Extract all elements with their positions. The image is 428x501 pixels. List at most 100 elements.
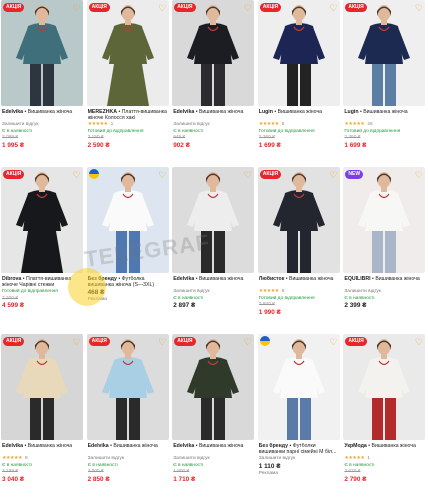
product-card[interactable]: АКЦІЯ ♡ Edelvika • Вишиванка жіноча Залишит…	[86, 334, 172, 501]
old-price: 3 150 ₴	[87, 135, 104, 141]
old-price: 3 000 ₴	[87, 469, 104, 475]
product-name: Вишиванка жіноча	[113, 443, 158, 449]
review-count[interactable]: 8	[25, 456, 28, 461]
brand-name: Edelvika	[2, 443, 24, 449]
brand-name: Любисток	[258, 276, 285, 282]
product-photo[interactable]	[1, 334, 83, 440]
heart-icon[interactable]: ♡	[243, 337, 253, 347]
review-count[interactable]: 5	[282, 289, 285, 294]
product-title[interactable]: Edelvika • Вишиванка жіноча	[173, 109, 253, 122]
heart-icon[interactable]: ♡	[414, 170, 424, 180]
product-photo[interactable]	[1, 0, 83, 106]
product-title[interactable]: Lugin • Вишиванка жіноча	[344, 109, 424, 122]
product-card[interactable]: NEW ♡ EQUILIBRI • Вишиванка жіноча Залишити…	[342, 167, 428, 334]
old-price: 1 800 ₴	[173, 469, 190, 475]
rating-row: Залишити відгук	[88, 456, 168, 463]
leave-review-link[interactable]: Залишити відгук	[344, 289, 380, 294]
product-card[interactable]: АКЦІЯ ♡ Edelvika • Вишиванка жіноча Залишит…	[171, 0, 257, 167]
availability-status: Є в наявності	[2, 462, 33, 468]
brand-name: Lugin	[344, 109, 359, 115]
review-count[interactable]: 5	[282, 122, 285, 127]
review-count[interactable]: 1	[367, 456, 370, 461]
leave-review-link[interactable]: Залишити відгук	[173, 122, 209, 127]
heart-icon[interactable]: ♡	[157, 337, 167, 347]
leave-review-link[interactable]: Залишити відгук	[173, 289, 209, 294]
heart-icon[interactable]: ♡	[328, 170, 338, 180]
product-card[interactable]: АКЦІЯ ♡ Любисток • Вишиванка жіноча ★★★★★ 5 Г…	[257, 167, 343, 334]
product-price: 2 399 ₴	[344, 302, 367, 310]
product-card[interactable]: АКЦІЯ ♡ MEREZHKA • Плаття-вишиванка жіноче…	[86, 0, 172, 167]
product-card[interactable]: АКЦІЯ ♡ Edelvika • Вишиванка жіноча Залишит…	[0, 0, 86, 167]
product-name: Вишиванка жіноча	[277, 109, 323, 115]
heart-icon[interactable]: ♡	[157, 170, 167, 180]
product-price: 902 ₴	[173, 141, 190, 149]
availability-status: Є в наявності	[173, 128, 204, 134]
product-photo[interactable]	[257, 334, 340, 440]
heart-icon[interactable]: ♡	[414, 337, 424, 347]
heart-icon[interactable]: ♡	[328, 3, 338, 13]
product-title[interactable]: Lugin • Вишиванка жіноча	[259, 109, 339, 122]
rating-row: Залишити відгук	[259, 456, 339, 463]
sale-badge: АКЦІЯ	[174, 3, 196, 12]
product-title[interactable]: Edelvika • Вишиванка жіноча	[173, 443, 253, 456]
product-name: Вишиванка жіноча	[198, 443, 244, 449]
product-photo[interactable]	[257, 0, 340, 106]
product-title[interactable]: Любисток • Вишиванка жіноча	[259, 276, 339, 289]
leave-review-link[interactable]: Залишити відгук	[173, 456, 209, 461]
product-title[interactable]: MEREZHKA • Плаття-вишиванка жіноче Колос…	[88, 109, 168, 122]
product-name: Вишиванка жіноча	[27, 443, 73, 449]
brand-name: Edelvika	[173, 443, 195, 449]
product-title[interactable]: Edelvika • Вишиванка жіноча	[173, 276, 253, 289]
leave-review-link[interactable]: Залишити відгук	[2, 122, 38, 127]
product-price: 1 995 ₴	[2, 141, 25, 149]
product-price: 2 850 ₴	[87, 475, 110, 483]
product-price: 1 699 ₴	[344, 141, 367, 149]
product-photo[interactable]	[86, 0, 169, 106]
product-card[interactable]: АКЦІЯ ♡ Lugin • Вишиванка жіноча ★★★★★ 26 Гот…	[342, 0, 428, 167]
review-count[interactable]: 26	[367, 122, 372, 127]
product-info: Edelvika • Вишиванка жіноча ★★★★★ 8 Є в ная…	[2, 443, 82, 484]
product-card[interactable]: ♡ Edelvika • Вишиванка жіноча Залишити від…	[171, 167, 257, 334]
heart-icon[interactable]: ♡	[243, 170, 253, 180]
leave-review-link[interactable]: Залишити відгук	[88, 456, 124, 461]
product-title[interactable]: Без бренду • Футболки вишиванки парні сі…	[259, 443, 339, 456]
product-photo[interactable]	[172, 0, 255, 106]
heart-icon[interactable]: ♡	[414, 3, 424, 13]
product-photo[interactable]	[257, 167, 340, 273]
product-card[interactable]: АКЦІЯ ♡ Dibrova • Плаття-вишиванка жіноче …	[0, 167, 86, 334]
heart-icon[interactable]: ♡	[72, 337, 82, 347]
product-info: Edelvika • Вишиванка жіноча Залишити відг…	[2, 109, 82, 150]
product-title[interactable]: Edelvika • Вишиванка жіноча	[88, 443, 168, 456]
product-card[interactable]: АКЦІЯ ♡ Edelvika • Вишиванка жіноча Залишит…	[171, 334, 257, 501]
product-photo[interactable]	[86, 334, 169, 440]
product-photo[interactable]	[86, 167, 169, 273]
product-photo[interactable]	[1, 167, 83, 273]
product-card[interactable]: АКЦІЯ ♡ УкрМода • Вишиванка жіноча ★★★★★ 1 Є …	[342, 334, 428, 501]
product-card[interactable]: ♡Без бренду • Футболка вишиванка жіноча …	[86, 167, 172, 334]
product-photo[interactable]	[343, 334, 426, 440]
leave-review-link[interactable]: Залишити відгук	[259, 456, 295, 461]
product-price: 2 897 ₴	[173, 302, 196, 310]
product-info: Lugin • Вишиванка жіноча ★★★★★ 5 Готовий до…	[259, 109, 339, 150]
product-name: Вишиванка жіноча	[375, 276, 420, 282]
heart-icon[interactable]: ♡	[72, 3, 82, 13]
brand-name: Dibrova	[2, 276, 22, 282]
review-count[interactable]: 1	[111, 122, 114, 127]
product-title[interactable]: EQUILIBRI • Вишиванка жіноча	[344, 276, 424, 289]
product-card[interactable]: АКЦІЯ ♡ Lugin • Вишиванка жіноча ★★★★★ 5 Гото…	[257, 0, 343, 167]
product-photo[interactable]	[343, 167, 426, 273]
product-title[interactable]: Edelvika • Вишиванка жіноча	[2, 443, 82, 456]
heart-icon[interactable]: ♡	[328, 337, 338, 347]
heart-icon[interactable]: ♡	[243, 3, 253, 13]
product-info: Lugin • Вишиванка жіноча ★★★★★ 26 Готовий д…	[344, 109, 424, 150]
rating-row: ★★★★★ 1	[88, 122, 168, 129]
heart-icon[interactable]: ♡	[157, 3, 167, 13]
heart-icon[interactable]: ♡	[72, 170, 82, 180]
product-photo[interactable]	[172, 167, 255, 273]
product-card[interactable]: АКЦІЯ ♡ Edelvika • Вишиванка жіноча ★★★★★ 8 Є…	[0, 334, 86, 501]
product-title[interactable]: УкрМода • Вишиванка жіноча	[344, 443, 424, 456]
product-card[interactable]: ♡ Без бренду • Футболки вишиванки парні с…	[257, 334, 343, 501]
product-photo[interactable]	[343, 0, 426, 106]
product-photo[interactable]	[172, 334, 255, 440]
product-title[interactable]: Edelvika • Вишиванка жіноча	[2, 109, 82, 122]
